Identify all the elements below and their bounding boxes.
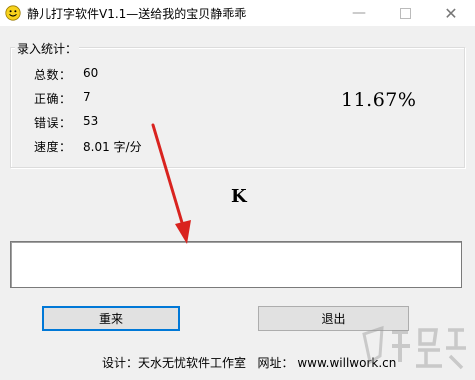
error-value: 53	[83, 114, 99, 128]
footer: 设计：天水无忧软件工作室 网址： www.willwork.cn	[102, 354, 396, 371]
exit-button-label: 退出	[321, 312, 346, 326]
smiley-icon	[5, 5, 21, 21]
typing-input[interactable]	[10, 241, 462, 288]
speed-label: 速度：	[34, 140, 72, 154]
minimize-button[interactable]: —	[336, 0, 382, 26]
close-button[interactable]: ✕	[428, 0, 474, 26]
correct-label: 正确：	[34, 92, 72, 106]
reset-button-label: 重来	[98, 312, 123, 326]
speed-value: 8.01 字/分	[83, 140, 142, 154]
total-value: 60	[83, 66, 99, 80]
minimize-icon: —	[352, 5, 366, 21]
website-label: 网址：	[257, 356, 294, 370]
accuracy-rate: 11.67%	[341, 89, 417, 111]
stats-legend: 录入统计：	[15, 40, 80, 57]
designer-name: 天水无忧软件工作室	[138, 356, 247, 370]
close-icon: ✕	[444, 3, 458, 23]
title-bar[interactable]: 静儿打字软件V1.1—送给我的宝贝静乖乖 — ✕	[0, 0, 475, 26]
reset-button[interactable]: 重来	[42, 306, 180, 331]
error-label: 错误：	[34, 116, 72, 130]
correct-value: 7	[83, 90, 91, 104]
window-title: 静儿打字软件V1.1—送给我的宝贝静乖乖	[27, 7, 247, 21]
designer-label: 设计：	[102, 356, 139, 370]
download-site-watermark	[362, 325, 466, 370]
total-label: 总数：	[34, 68, 72, 82]
maximize-button[interactable]	[382, 0, 428, 26]
target-character: K	[231, 186, 247, 207]
maximize-icon	[399, 7, 411, 19]
